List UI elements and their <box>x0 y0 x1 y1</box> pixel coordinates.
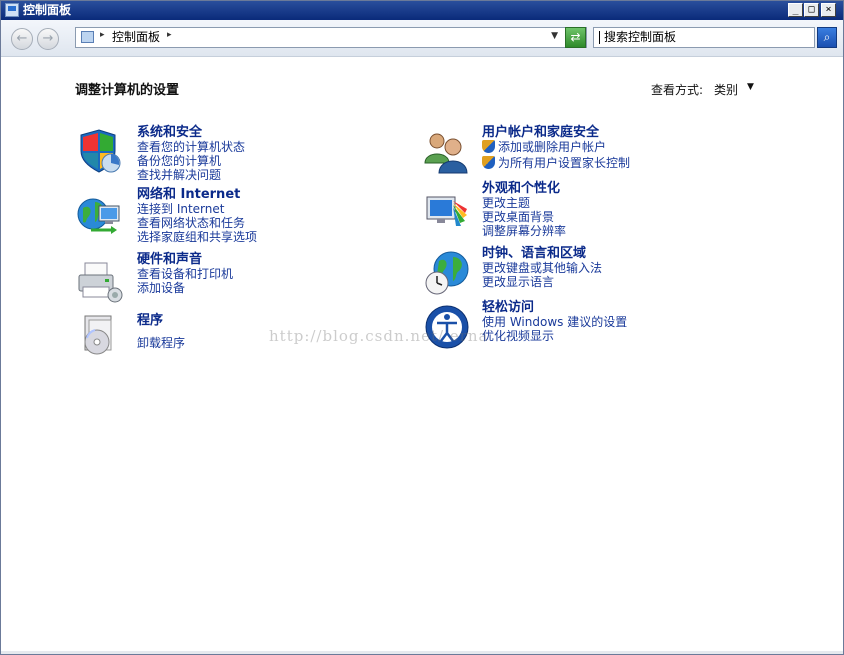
link-parental-controls-label: 为所有用户设置家长控制 <box>498 156 631 170</box>
link-change-keyboard[interactable]: 更改键盘或其他输入法 <box>482 261 602 275</box>
view-by-label: 查看方式: <box>651 83 704 97</box>
printer-icon[interactable] <box>75 257 123 305</box>
close-button[interactable]: × <box>821 3 836 17</box>
category-title-user-accounts[interactable]: 用户帐户和家庭安全 <box>482 126 630 140</box>
control-panel-icon <box>81 31 94 43</box>
display-colors-icon[interactable] <box>423 187 471 235</box>
view-by-chevron-down-icon[interactable]: ▼ <box>747 82 754 92</box>
category-clock-language: 时钟、语言和区域 更改键盘或其他输入法 更改显示语言 <box>482 247 602 290</box>
link-add-device[interactable]: 添加设备 <box>137 281 233 295</box>
window-title: 控制面板 <box>23 3 72 17</box>
category-title-clock-language[interactable]: 时钟、语言和区域 <box>482 247 602 261</box>
watermark: http://blog.csdn.net/ erna <box>269 327 489 345</box>
clock-globe-icon[interactable] <box>423 249 471 297</box>
category-title-ease-of-access[interactable]: 轻松访问 <box>482 301 627 315</box>
page-title: 调整计算机的设置 <box>75 83 180 98</box>
category-network-internet: 网络和 Internet 连接到 Internet 查看网络状态和任务 选择家庭… <box>137 188 257 245</box>
link-devices-printers[interactable]: 查看设备和打印机 <box>137 267 233 281</box>
link-add-remove-accounts[interactable]: 添加或删除用户帐户 <box>482 140 630 154</box>
link-change-theme[interactable]: 更改主题 <box>482 196 566 210</box>
category-ease-of-access: 轻松访问 使用 Windows 建议的设置 优化视频显示 <box>482 301 627 344</box>
address-bar[interactable]: ▸ 控制面板 ▸ ▼ <box>75 27 587 48</box>
uac-shield-icon <box>482 140 495 153</box>
category-user-accounts: 用户帐户和家庭安全 添加或删除用户帐户 为所有用户设置家长控制 <box>482 126 630 170</box>
category-title-network-internet[interactable]: 网络和 Internet <box>137 188 257 202</box>
security-shield-icon[interactable] <box>75 127 123 175</box>
link-adjust-resolution[interactable]: 调整屏幕分辨率 <box>482 224 566 238</box>
programs-disc-icon[interactable] <box>75 312 123 360</box>
link-recommended-settings[interactable]: 使用 Windows 建议的设置 <box>482 315 627 329</box>
address-history-dropdown-icon[interactable]: ▼ <box>551 31 558 41</box>
category-title-hardware-sound[interactable]: 硬件和声音 <box>137 253 233 267</box>
search-button[interactable]: ⌕ <box>817 27 837 48</box>
link-change-display-language[interactable]: 更改显示语言 <box>482 275 602 289</box>
link-network-status-tasks[interactable]: 查看网络状态和任务 <box>137 216 257 230</box>
breadcrumb-dropdown-icon[interactable]: ▸ <box>167 30 172 40</box>
breadcrumb-arrow-icon[interactable]: ▸ <box>100 30 105 40</box>
link-homegroup-sharing[interactable]: 选择家庭组和共享选项 <box>137 230 257 244</box>
minimize-button[interactable]: _ <box>788 3 803 17</box>
forward-button[interactable]: → <box>37 28 59 50</box>
control-panel-window: 控制面板 _ □ × ← → ▸ 控制面板 ▸ ▼ ⇄ 搜索控制面板 ⌕ 调整计… <box>0 0 844 655</box>
link-connect-internet[interactable]: 连接到 Internet <box>137 202 257 216</box>
link-find-fix-problems[interactable]: 查找并解决问题 <box>137 168 245 182</box>
category-system-security: 系统和安全 查看您的计算机状态 备份您的计算机 查找并解决问题 <box>137 126 245 183</box>
search-placeholder: 搜索控制面板 <box>604 30 677 44</box>
link-backup-computer[interactable]: 备份您的计算机 <box>137 154 245 168</box>
link-change-desktop-background[interactable]: 更改桌面背景 <box>482 210 566 224</box>
window-bottom-border <box>1 651 843 654</box>
control-panel-app-icon <box>5 3 19 17</box>
link-view-computer-status[interactable]: 查看您的计算机状态 <box>137 140 245 154</box>
title-bar: 控制面板 _ □ × <box>1 1 843 20</box>
view-by-dropdown[interactable]: 类别 <box>714 81 738 98</box>
category-title-programs[interactable]: 程序 <box>137 314 185 328</box>
network-globe-icon[interactable] <box>75 192 123 240</box>
search-caret <box>599 31 600 44</box>
link-optimize-video[interactable]: 优化视频显示 <box>482 329 627 343</box>
users-icon[interactable] <box>423 127 471 175</box>
uac-shield-icon <box>482 156 495 169</box>
link-add-remove-accounts-label: 添加或删除用户帐户 <box>498 140 607 154</box>
main-content: 调整计算机的设置 查看方式: 类别 ▼ 系统和安全 查看您的计算机状态 备份您的… <box>1 57 843 654</box>
category-appearance: 外观和个性化 更改主题 更改桌面背景 调整屏幕分辨率 <box>482 182 566 239</box>
category-hardware-sound: 硬件和声音 查看设备和打印机 添加设备 <box>137 253 233 296</box>
link-uninstall-program[interactable]: 卸载程序 <box>137 336 185 350</box>
category-title-system-security[interactable]: 系统和安全 <box>137 126 245 140</box>
back-button[interactable]: ← <box>11 28 33 50</box>
maximize-button[interactable]: □ <box>804 3 819 17</box>
refresh-button[interactable]: ⇄ <box>565 27 586 48</box>
category-programs: 程序 卸载程序 <box>137 314 185 351</box>
breadcrumb-control-panel[interactable]: 控制面板 <box>112 30 160 45</box>
category-title-appearance[interactable]: 外观和个性化 <box>482 182 566 196</box>
link-parental-controls[interactable]: 为所有用户设置家长控制 <box>482 156 630 170</box>
search-input[interactable]: 搜索控制面板 <box>593 27 815 48</box>
